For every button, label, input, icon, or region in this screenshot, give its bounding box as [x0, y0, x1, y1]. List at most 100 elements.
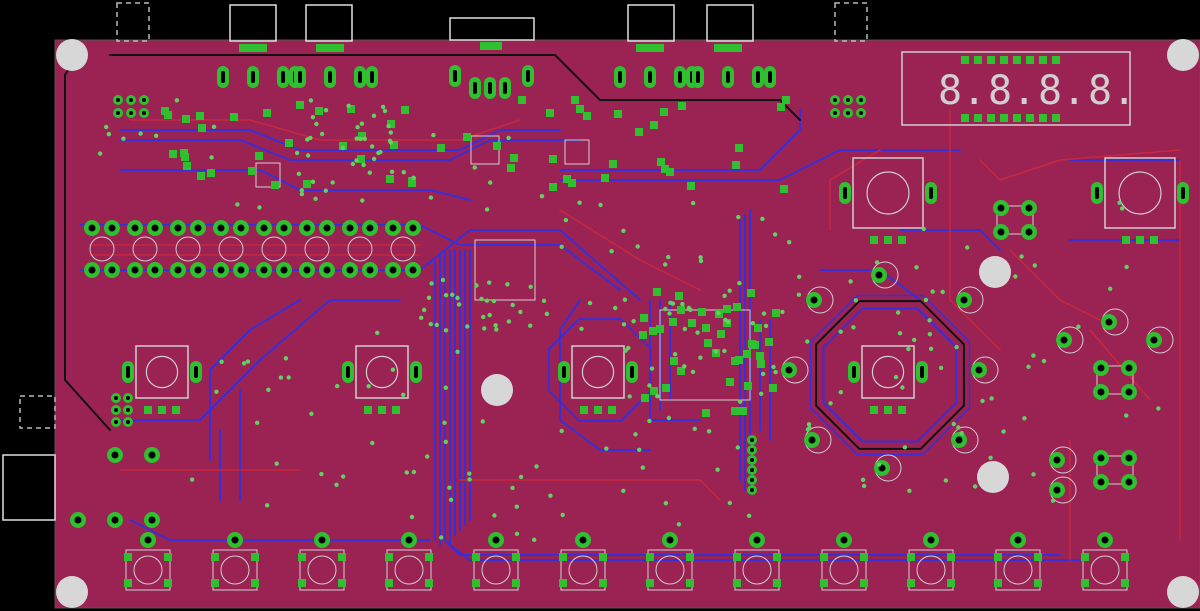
- via: [579, 326, 584, 331]
- via: [429, 281, 434, 286]
- via: [737, 281, 742, 286]
- smd-pad: [255, 152, 263, 160]
- drill-hole: [370, 71, 374, 83]
- smd-pad: [860, 553, 868, 561]
- smd-pad: [437, 144, 445, 152]
- via: [369, 144, 375, 149]
- drill-hole: [852, 366, 856, 378]
- display-digit-2: 8.: [988, 68, 1036, 114]
- via: [346, 103, 351, 109]
- smd-pad: [1081, 553, 1089, 561]
- via: [647, 418, 652, 424]
- smd-pad: [571, 96, 579, 104]
- via: [1119, 206, 1125, 211]
- smd-pad: [675, 292, 683, 300]
- smd-pad: [653, 288, 661, 296]
- smd-pad: [563, 175, 571, 183]
- smd-pad: [599, 579, 607, 587]
- via: [965, 245, 970, 250]
- via: [404, 470, 409, 475]
- smd-pad: [662, 384, 670, 392]
- via: [956, 425, 961, 430]
- via: [853, 298, 859, 303]
- drill-hole: [280, 266, 288, 274]
- via: [940, 289, 945, 295]
- via: [666, 254, 671, 260]
- mounting-hole-icon: [481, 374, 513, 406]
- via: [692, 426, 697, 431]
- via: [690, 200, 696, 206]
- drill-hole: [389, 266, 397, 274]
- drill-hole: [366, 266, 374, 274]
- smd-pad: [263, 109, 271, 117]
- via: [1013, 274, 1018, 279]
- via: [680, 301, 685, 307]
- pad-icon: [480, 42, 502, 50]
- via: [514, 504, 519, 509]
- via: [442, 420, 447, 425]
- via: [534, 464, 539, 469]
- via: [761, 311, 767, 316]
- drill-hole: [126, 408, 130, 412]
- via: [787, 240, 792, 245]
- drill-hole: [473, 82, 477, 94]
- via: [598, 202, 603, 208]
- via: [97, 151, 103, 156]
- via: [235, 202, 240, 207]
- via: [951, 421, 956, 427]
- via: [484, 298, 490, 303]
- via: [209, 155, 214, 160]
- pcb-board-svg[interactable]: 8. 8. 8. 8.: [0, 0, 1200, 611]
- smd-pad: [702, 324, 710, 332]
- smd-pad: [271, 181, 279, 189]
- smd-pad: [1136, 236, 1144, 244]
- via: [411, 469, 417, 475]
- via: [488, 180, 493, 185]
- smd-pad: [773, 579, 781, 587]
- smd-pad: [1121, 553, 1129, 561]
- via: [623, 348, 628, 353]
- drill-hole: [323, 266, 331, 274]
- drill-hole: [1097, 364, 1105, 372]
- smd-pad: [463, 133, 471, 141]
- smd-pad: [601, 174, 609, 182]
- drill-hole: [303, 224, 311, 232]
- smd-pad: [646, 579, 654, 587]
- via: [341, 474, 346, 479]
- drill-hole: [648, 71, 652, 83]
- smd-pad: [898, 236, 906, 244]
- smd-pad: [765, 338, 773, 346]
- smd-pad: [772, 309, 780, 317]
- drill-hole: [859, 111, 863, 115]
- smd-pad: [559, 553, 567, 561]
- smd-pad: [687, 182, 695, 190]
- via: [440, 277, 446, 283]
- via: [443, 385, 448, 390]
- drill-hole: [1105, 318, 1113, 326]
- drill-hole: [126, 366, 130, 378]
- via: [640, 465, 645, 470]
- pad-icon: [316, 44, 344, 52]
- via: [972, 484, 978, 489]
- drill-hole: [1125, 364, 1133, 372]
- smd-pad: [472, 553, 480, 561]
- drill-hole: [1025, 204, 1033, 212]
- via: [409, 514, 415, 520]
- via: [309, 411, 314, 416]
- smd-pad: [870, 406, 878, 414]
- pcb-editor-canvas[interactable]: 8. 8. 8. 8.: [0, 0, 1200, 611]
- via: [528, 284, 533, 289]
- drill-hole: [997, 228, 1005, 236]
- drill-hole: [833, 98, 837, 102]
- smd-pad: [549, 155, 557, 163]
- via: [104, 124, 109, 130]
- via: [106, 131, 112, 137]
- via: [688, 307, 693, 312]
- via: [506, 135, 511, 141]
- via: [274, 461, 279, 466]
- smd-pad: [549, 183, 557, 191]
- smd-pad: [1034, 579, 1042, 587]
- via: [296, 171, 302, 176]
- via: [667, 311, 672, 316]
- drill-hole: [630, 366, 634, 378]
